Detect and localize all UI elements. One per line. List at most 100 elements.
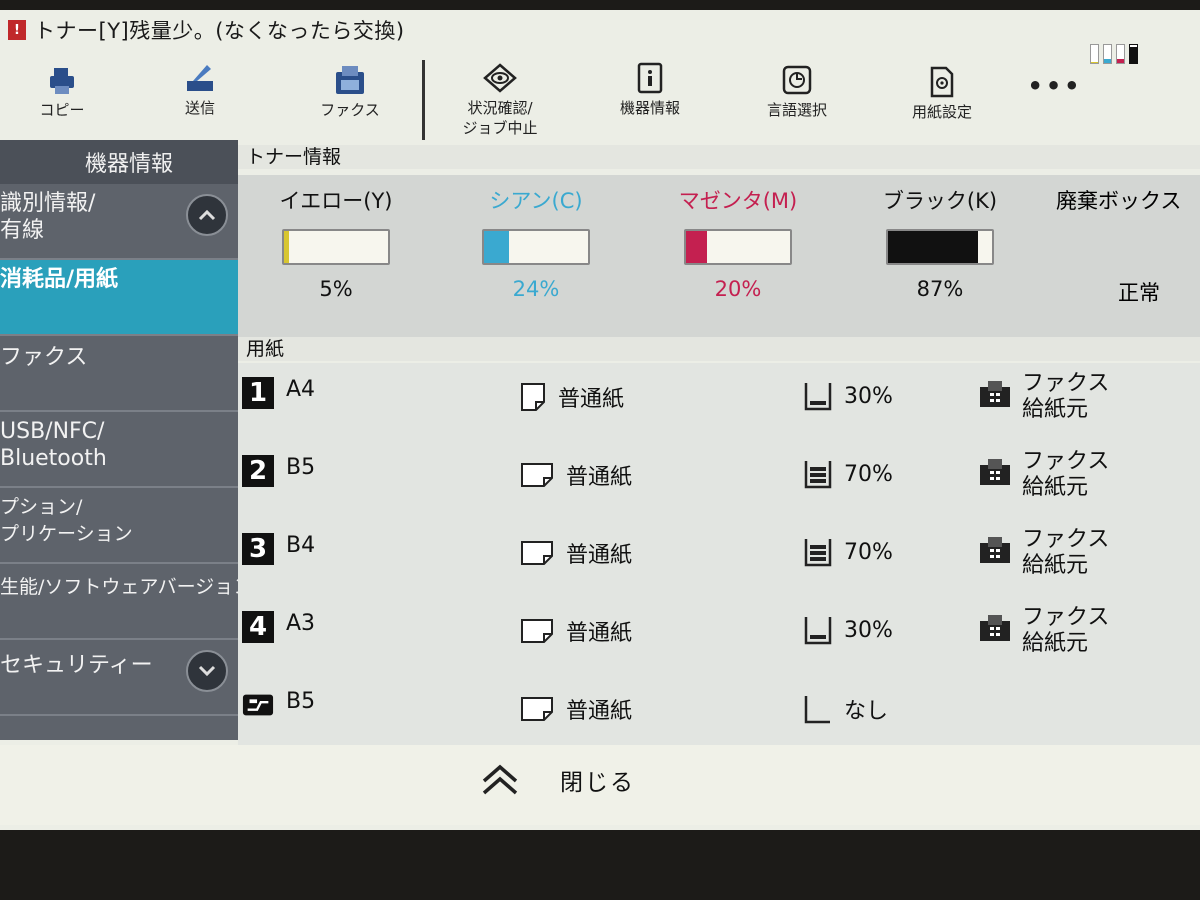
tray-fax-source: ファクス 給紙元 xyxy=(978,449,1109,501)
eye-icon xyxy=(482,60,518,96)
landscape-paper-icon xyxy=(521,619,553,643)
copy-label: コピー xyxy=(39,101,85,119)
waste-box-status: 正常 xyxy=(1118,281,1160,305)
bypass-tray-icon xyxy=(242,689,274,721)
status-check-label-line1: 状況確認/ xyxy=(467,99,533,117)
toner-percent: 20% xyxy=(714,277,762,301)
fax-label: ファクス xyxy=(320,101,380,119)
paper-settings-button[interactable]: 用紙設定 xyxy=(897,64,987,122)
chevron-down-icon[interactable] xyxy=(186,650,228,692)
sidebar-item-options[interactable]: プション/ プリケーション xyxy=(0,488,238,564)
tray-fax-source: ファクス 給紙元 xyxy=(978,527,1109,579)
sidebar-item-supplies[interactable]: 消耗品/用紙 xyxy=(0,260,238,336)
device-info-button[interactable]: 機器情報 xyxy=(605,60,695,118)
fax-source-label-line2: 給紙元 xyxy=(1022,397,1089,422)
main-content: トナー情報 イエロー(Y) 5% シアン(C) 24% マゼンタ(M) 20% … xyxy=(238,145,1200,753)
fax-source-label-line1: ファクス xyxy=(1022,371,1110,396)
toner-level-fill xyxy=(888,231,979,263)
status-check-button[interactable]: 状況確認/ジョブ中止 xyxy=(450,60,550,138)
close-button[interactable]: 閉じる xyxy=(480,763,635,797)
landscape-paper-icon xyxy=(521,463,553,487)
sidebar: 機器情報 識別情報/ 有線 消耗品/用紙 ファクス USB/NFC/ Bluet… xyxy=(0,140,238,740)
info-icon xyxy=(632,60,668,96)
paper-level-low-icon xyxy=(804,383,832,411)
waste-toner-box: 廃棄ボックス 正常 xyxy=(1056,185,1200,307)
toner-name: ブラック(K) xyxy=(882,189,998,213)
fax-machine-icon xyxy=(980,537,1010,563)
sidebar-item-fax[interactable]: ファクス xyxy=(0,336,238,412)
send-button[interactable]: 送信 xyxy=(170,60,230,118)
paper-settings-label: 用紙設定 xyxy=(911,103,972,121)
toner-level-fill xyxy=(686,231,707,263)
toner-level-bar xyxy=(684,229,792,265)
fax-source-label-line2: 給紙元 xyxy=(1022,553,1089,578)
toolbar-divider xyxy=(422,60,425,140)
tray-row-1[interactable]: 1 A4 普通紙 30% ファクス 給紙元 xyxy=(238,363,1200,441)
tray-row-2[interactable]: 2 B5 普通紙 70% ファクス 給紙元 xyxy=(238,441,1200,519)
paper-settings-icon xyxy=(924,64,960,100)
tray-paper-level: 30% xyxy=(804,381,893,411)
tray-number: 3 xyxy=(242,533,274,565)
status-message[interactable]: トナー[Y]残量少。(なくなったら交換) xyxy=(34,15,405,45)
toner-percent: 87% xyxy=(916,277,964,301)
tray-paper-type-label: 普通紙 xyxy=(566,699,633,724)
sidebar-item-label: 消耗品/用紙 xyxy=(0,267,119,292)
fax-icon xyxy=(332,62,368,98)
sidebar-item-security[interactable]: セキュリティー xyxy=(0,640,238,716)
tray-paper-type: 普通紙 xyxy=(520,693,632,725)
tray-paper-size: B5 xyxy=(286,455,316,480)
waste-box-name: 廃棄ボックス xyxy=(1056,189,1182,213)
tray-paper-size: A3 xyxy=(286,611,316,636)
status-bar: ! トナー[Y]残量少。(なくなったら交換) xyxy=(0,10,1200,50)
fax-button[interactable]: ファクス xyxy=(310,62,390,120)
toolbar: コピー 送信 ファクス 状況確認/ジョブ中止 機器情報 言語選択 用紙設定 ••… xyxy=(0,50,1200,150)
send-icon xyxy=(182,60,218,96)
tray-number: 2 xyxy=(242,455,274,487)
tray-paper-level: なし xyxy=(804,693,888,725)
tray-paper-level-label: 30% xyxy=(844,617,893,643)
sidebar-item-performance-software[interactable]: 生能/ソフトウェアバージョン xyxy=(0,564,238,640)
tray-number: 1 xyxy=(242,377,274,409)
device-info-label: 機器情報 xyxy=(619,99,680,117)
bottom-bar: 閉じる xyxy=(0,745,1200,825)
fax-source-label-line2: 給紙元 xyxy=(1022,475,1089,500)
close-label: 閉じる xyxy=(560,770,635,796)
double-chevron-up-icon xyxy=(482,764,518,795)
tray-number: 4 xyxy=(242,611,274,643)
tray-paper-type: 普通紙 xyxy=(520,459,632,491)
sidebar-item-label: プリケーション xyxy=(0,523,133,545)
tray-paper-level-label: 30% xyxy=(844,383,893,409)
fax-source-label-line2: 給紙元 xyxy=(1022,631,1089,656)
tray-row-3[interactable]: 3 B4 普通紙 70% ファクス 給紙元 xyxy=(238,519,1200,597)
tray-row-bypass[interactable]: B5 普通紙 なし xyxy=(238,675,1200,753)
fax-machine-icon xyxy=(980,381,1010,407)
toner-level-fill xyxy=(284,231,290,263)
chevron-up-icon[interactable] xyxy=(186,194,228,236)
tray-paper-level-label: 70% xyxy=(844,461,893,487)
sidebar-item-identification[interactable]: 識別情報/ 有線 xyxy=(0,184,238,260)
tray-paper-type-label: 普通紙 xyxy=(566,543,633,568)
tray-fax-source: ファクス 給紙元 xyxy=(978,371,1109,423)
toner-percent: 24% xyxy=(512,277,560,301)
tray-fax-source: ファクス 給紙元 xyxy=(978,605,1109,657)
status-check-label-line2: ジョブ中止 xyxy=(462,119,538,137)
sidebar-item-usb-nfc-bluetooth[interactable]: USB/NFC/ Bluetooth xyxy=(0,412,238,488)
toner-panel: イエロー(Y) 5% シアン(C) 24% マゼンタ(M) 20% ブラック(K… xyxy=(238,175,1200,345)
language-icon xyxy=(779,62,815,98)
tray-paper-level-label: 70% xyxy=(844,539,893,565)
tray-row-4[interactable]: 4 A3 普通紙 30% ファクス 給紙元 xyxy=(238,597,1200,675)
toner-level-fill xyxy=(484,231,509,263)
more-button[interactable]: ••• xyxy=(1025,74,1085,98)
toner-magenta: マゼンタ(M) 20% xyxy=(648,185,828,301)
landscape-paper-icon xyxy=(521,697,553,721)
toner-level-bar xyxy=(482,229,590,265)
landscape-paper-icon xyxy=(521,541,553,565)
tray-paper-type: 普通紙 xyxy=(520,381,624,413)
language-button[interactable]: 言語選択 xyxy=(752,62,842,120)
sidebar-item-label: Bluetooth xyxy=(0,446,107,471)
language-label: 言語選択 xyxy=(766,101,827,119)
tray-paper-type-label: 普通紙 xyxy=(566,465,633,490)
copy-button[interactable]: コピー xyxy=(32,62,92,120)
paper-header: 用紙 xyxy=(238,337,1200,361)
paper-level-empty-icon xyxy=(804,696,830,724)
